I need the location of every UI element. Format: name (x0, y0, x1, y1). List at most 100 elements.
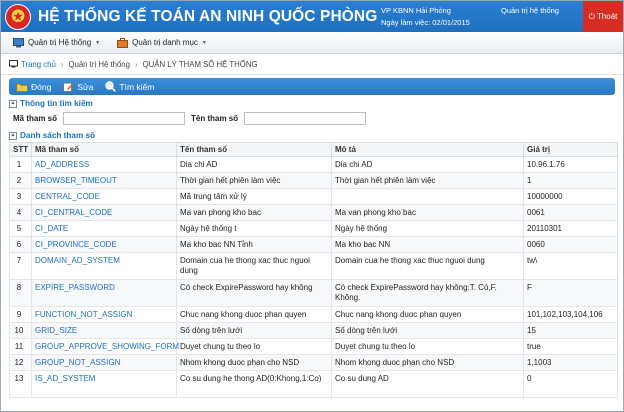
edit-button[interactable]: Sửa (63, 82, 93, 92)
cell-stt: 6 (9, 236, 32, 253)
cell-desc: Nhom khong duoc phan cho NSD (331, 354, 524, 371)
collapse-icon[interactable]: ▲ (9, 131, 17, 140)
column-header[interactable]: Mã tham số (31, 142, 177, 157)
table-row[interactable]: 9 FUNCTION_NOT_ASSIGN Chuc nang khong duoc… (9, 306, 618, 323)
table-header-row: STT Mã tham số Tên tham số Mô tả Giá trị (9, 142, 618, 157)
cell-code[interactable]: CENTRAL_CODE (31, 188, 177, 205)
breadcrumb-level1[interactable]: Quản trị Hệ thống (68, 60, 130, 69)
cell-name: Thời gian hết phiên làm việc (176, 172, 332, 189)
cell-stt: 9 (9, 306, 32, 323)
table-row[interactable]: 11 GROUP_APPROVE_SHOWING_FORM Duyet chung … (9, 338, 618, 355)
column-header[interactable]: Mô tả (331, 142, 524, 157)
org-info: VP KBNN Hải Phòng Ngày làm việc: 02/01/2… (381, 5, 470, 29)
cell-name: Nhom khong duoc phan cho NSD (176, 354, 332, 371)
cell-desc: Dia chi AD (331, 156, 524, 173)
logout-button[interactable]: ⏻ Thoát (583, 1, 623, 32)
breadcrumb-current: QUẢN LÝ THAM SỐ HỆ THỐNG (142, 59, 258, 69)
cell-code[interactable]: IS_AD_SYSTEM (31, 370, 177, 398)
table-row[interactable]: 6 CI_PROVINCE_CODE Ma kho bac NN Tỉnh Ma kh… (9, 236, 618, 253)
breadcrumb-separator: › (60, 59, 64, 69)
name-input[interactable] (244, 112, 367, 125)
cell-desc: Ma kho bac NN (331, 236, 524, 253)
table-row[interactable]: 1 AD_ADDRESS Dia chi AD Dia chi AD 10.96.1.7… (9, 156, 618, 173)
cell-desc: Thời gian hết phiên làm việc (331, 172, 524, 189)
cell-name: Ngày hệ thống t (176, 220, 332, 237)
cell-code[interactable]: CI_DATE (31, 220, 177, 237)
cell-value: 101,102,103,104,106 (523, 306, 618, 323)
breadcrumb-home-label: Trang chủ (21, 59, 56, 69)
cell-desc: Chuc nang khong duoc phan quyen (331, 306, 524, 323)
table-row[interactable]: 5 CI_DATE Ngày hệ thống t Ngày hệ thống 2011… (9, 220, 618, 237)
cell-name: Ma kho bac NN Tỉnh (176, 236, 332, 253)
cell-value: 15 (523, 322, 618, 339)
user-name[interactable]: Quản trị hệ thống (501, 6, 559, 15)
cell-code[interactable]: DOMAIN_AD_SYSTEM (31, 252, 177, 280)
code-input[interactable] (63, 112, 186, 125)
cell-code[interactable]: FUNCTION_NOT_ASSIGN (31, 306, 177, 323)
column-header[interactable]: Giá trị (523, 142, 618, 157)
search-section-title: Thông tin tìm kiếm (20, 99, 93, 108)
cell-code[interactable]: BROWSER_TIMEOUT (31, 172, 177, 189)
cell-name: Ma van phong kho bac (176, 204, 332, 221)
cell-name: Duyet chung tu theo lo (176, 338, 332, 355)
power-icon: ⏻ (588, 11, 595, 21)
cell-code[interactable]: GRID_SIZE (31, 322, 177, 339)
cell-desc: Co su dung AD (331, 370, 524, 398)
menu-label: Quản trị Hệ thống (28, 38, 92, 47)
cell-name: Có check ExpirePassword hay không (176, 279, 332, 307)
menu-system-admin[interactable]: Quản trị Hệ thống ▼ (13, 37, 101, 48)
chevron-down-icon: ▼ (95, 39, 101, 46)
cell-name: Chuc nang khong duoc phan quyen (176, 306, 332, 323)
folder-icon (16, 83, 28, 92)
breadcrumb-home[interactable]: Trang chủ (9, 60, 56, 69)
cell-code[interactable]: CI_CENTRAL_CODE (31, 204, 177, 221)
cell-code[interactable]: AD_ADDRESS (31, 156, 177, 173)
search-button[interactable]: Tìm kiếm (105, 81, 154, 92)
cell-stt: 12 (9, 354, 32, 371)
menu-catalog-admin[interactable]: Quản trị danh mục ▼ (117, 37, 207, 48)
cell-value: 0061 (523, 204, 618, 221)
cell-code[interactable]: GROUP_NOT_ASSIGN (31, 354, 177, 371)
column-header[interactable]: Tên tham số (176, 142, 332, 157)
search-form: Mã tham số Tên tham số (13, 112, 623, 125)
table-row[interactable]: 7 DOMAIN_AD_SYSTEM Domain cua he thong xac… (9, 252, 618, 280)
code-label: Mã tham số (13, 114, 58, 123)
edit-label: Sửa (77, 81, 94, 92)
cell-value: 0060 (523, 236, 618, 253)
cell-name: Domain cua he thong xac thuc nguoi dung (176, 252, 332, 280)
cell-value: 1,1003 (523, 354, 618, 371)
table-row[interactable]: 13 IS_AD_SYSTEM Co su dung he thong AD(0:K… (9, 370, 618, 398)
table-row[interactable]: 10 GRID_SIZE Số dòng trên lưới Số dòng trên… (9, 322, 618, 339)
search-label: Tìm kiếm (119, 81, 155, 92)
search-section-header[interactable]: ▲ Thông tin tìm kiếm (9, 99, 623, 108)
table-row[interactable]: 3 CENTRAL_CODE Mã trung tâm xử lý 10000000 (9, 188, 618, 205)
close-button[interactable]: Đóng (16, 82, 51, 92)
list-section-header[interactable]: ▲ Danh sách tham số (9, 131, 623, 140)
column-header[interactable]: STT (9, 142, 32, 157)
cell-desc: Có check ExpirePassword hay không:T. Có,… (331, 279, 524, 307)
table-row[interactable]: 8 EXPIRE_PASSWORD Có check ExpirePassword … (9, 279, 618, 307)
cell-stt: 3 (9, 188, 32, 205)
breadcrumb-separator: › (134, 59, 138, 69)
cell-stt: 7 (9, 252, 32, 280)
collapse-icon[interactable]: ▲ (9, 99, 17, 108)
monitor-icon (13, 37, 24, 47)
cell-value: 1 (523, 172, 618, 189)
table-row[interactable]: 2 BROWSER_TIMEOUT Thời gian hết phiên làm … (9, 172, 618, 189)
menu-label: Quản trị danh mục (132, 38, 198, 47)
cell-name: Số dòng trên lưới (176, 322, 332, 339)
list-section-title: Danh sách tham số (20, 131, 96, 140)
cell-code[interactable]: CI_PROVINCE_CODE (31, 236, 177, 253)
cell-value: true (523, 338, 618, 355)
cell-value: tw\ (523, 252, 618, 280)
cell-code[interactable]: GROUP_APPROVE_SHOWING_FORM (31, 338, 179, 355)
cell-stt: 2 (9, 172, 32, 189)
cell-desc: Domain cua he thong xac thuc nguoi dung (331, 252, 524, 280)
table-row[interactable]: 4 CI_CENTRAL_CODE Ma van phong kho bac Ma v… (9, 204, 618, 221)
main-menu: Quản trị Hệ thống ▼ Quản trị danh mục ▼ (1, 32, 623, 54)
cell-code[interactable]: EXPIRE_PASSWORD (31, 279, 177, 307)
chevron-down-icon: ▼ (201, 39, 207, 46)
cell-desc: Ngày hệ thống (331, 220, 524, 237)
table-row[interactable]: 12 GROUP_NOT_ASSIGN Nhom khong duoc phan c… (9, 354, 618, 371)
emblem-logo: ★ (5, 3, 31, 30)
